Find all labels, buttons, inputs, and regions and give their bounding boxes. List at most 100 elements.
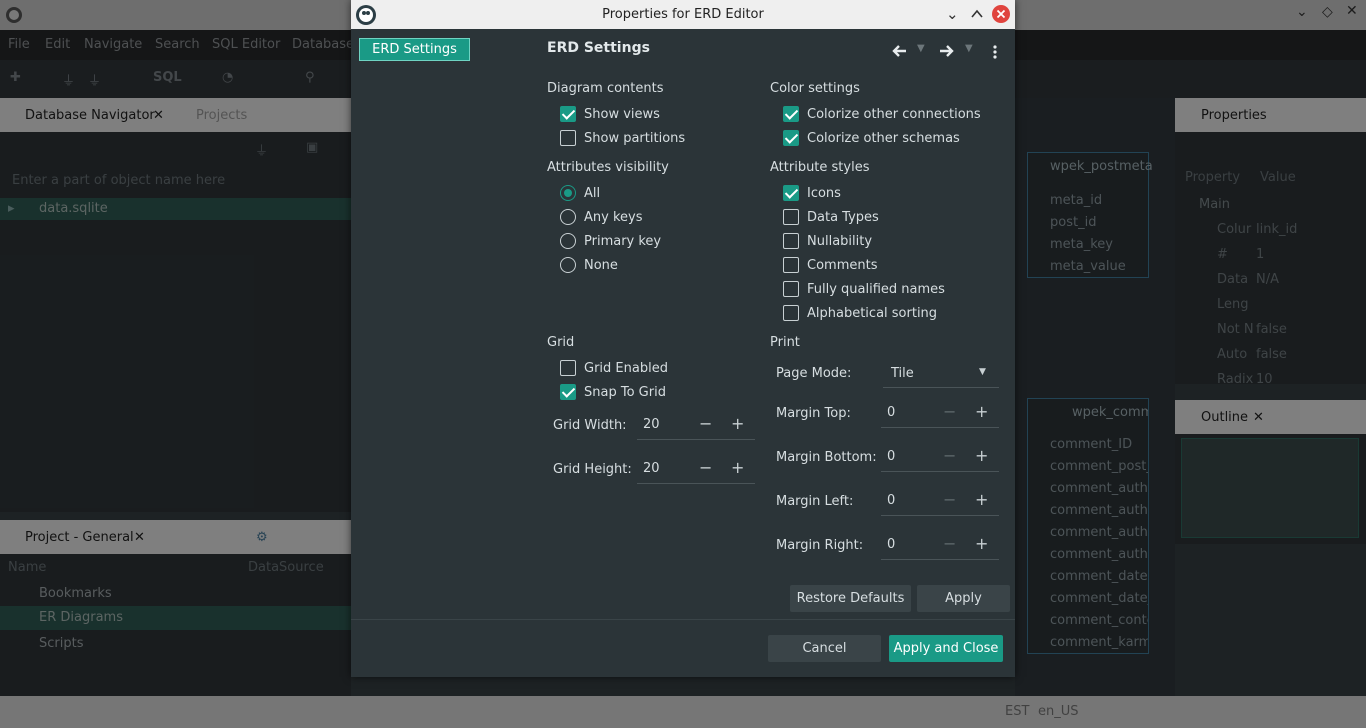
checkbox-label: Colorize other schemas [807,130,960,146]
plus-icon[interactable]: + [975,534,988,553]
show-partitions-checkbox[interactable]: Show partitions [560,128,685,148]
checkbox-unchecked[interactable] [783,257,799,273]
checkbox-checked[interactable] [783,106,799,122]
checkbox-checked[interactable] [560,106,576,122]
snap-to-grid-checkbox[interactable]: Snap To Grid [560,382,666,402]
checkbox-label: Fully qualified names [807,281,945,297]
margin-left-spinner[interactable]: 0 − + [881,488,999,516]
minus-icon[interactable]: − [943,534,956,553]
apply-and-close-button[interactable]: Apply and Close [889,635,1003,662]
minus-icon[interactable]: − [699,458,712,477]
minus-icon[interactable]: − [699,414,712,433]
cancel-button[interactable]: Cancel [768,635,881,662]
grid-height-spinner[interactable]: 20 − + [637,456,755,484]
checkbox-unchecked[interactable] [783,281,799,297]
spinner-value[interactable]: 0 [887,405,895,420]
page-mode-label: Page Mode: [776,366,852,381]
color-settings-label: Color settings [770,81,860,96]
minus-icon[interactable]: − [943,490,956,509]
margin-top-label: Margin Top: [776,406,851,421]
more-menu-icon[interactable] [991,44,999,60]
spinner-value[interactable]: 0 [887,493,895,508]
forward-history-dropdown-icon[interactable]: ▼ [965,43,973,54]
apply-button[interactable]: Apply [917,585,1010,612]
nullability-checkbox[interactable]: Nullability [783,231,872,251]
radio-primary-key[interactable]: Primary key [560,231,661,251]
back-arrow-icon[interactable] [891,44,907,58]
fully-qualified-names-checkbox[interactable]: Fully qualified names [783,279,945,299]
close-icon[interactable] [991,4,1011,24]
checkbox-checked[interactable] [560,384,576,400]
icons-checkbox[interactable]: Icons [783,183,841,203]
grid-width-label: Grid Width: [553,418,627,433]
chevron-down-icon: ▼ [979,367,986,377]
checkbox-label: Alphabetical sorting [807,305,938,321]
checkbox-checked[interactable] [783,130,799,146]
show-views-checkbox[interactable]: Show views [560,104,660,124]
checkbox-label: Show views [584,106,660,122]
maximize-icon[interactable] [970,8,984,20]
checkbox-label: Grid Enabled [584,360,668,376]
colorize-schemas-checkbox[interactable]: Colorize other schemas [783,128,960,148]
radio-any-keys[interactable]: Any keys [560,207,643,227]
checkbox-unchecked[interactable] [783,305,799,321]
checkbox-unchecked[interactable] [783,233,799,249]
alphabetical-sorting-checkbox[interactable]: Alphabetical sorting [783,303,937,323]
spinner-value[interactable]: 0 [887,449,895,464]
checkbox-label: Colorize other connections [807,106,981,122]
margin-top-spinner[interactable]: 0 − + [881,400,999,428]
spinner-value[interactable]: 20 [643,461,660,476]
grid-width-spinner[interactable]: 20 − + [637,412,755,440]
radio-unselected[interactable] [560,233,576,249]
radio-none[interactable]: None [560,255,618,275]
select-value: Tile [891,366,914,381]
comments-checkbox[interactable]: Comments [783,255,877,275]
radio-all[interactable]: All [560,183,600,203]
checkbox-checked[interactable] [783,185,799,201]
checkbox-unchecked[interactable] [560,130,576,146]
plus-icon[interactable]: + [731,458,744,477]
forward-arrow-icon[interactable] [939,44,955,58]
minus-icon[interactable]: − [943,446,956,465]
checkbox-label: Icons [807,185,841,201]
plus-icon[interactable]: + [731,414,744,433]
radio-label: All [584,185,601,201]
spinner-value[interactable]: 0 [887,537,895,552]
plus-icon[interactable]: + [975,402,988,421]
data-types-checkbox[interactable]: Data Types [783,207,879,227]
dialog-titlebar: Properties for ERD Editor ⌄ [351,0,1015,29]
radio-selected[interactable] [560,185,576,201]
radio-label: Primary key [584,233,662,249]
checkbox-unchecked[interactable] [560,360,576,376]
radio-unselected[interactable] [560,209,576,225]
page-mode-select[interactable]: Tile ▼ [883,360,999,388]
back-history-dropdown-icon[interactable]: ▼ [917,43,925,54]
settings-content: ERD Settings ▼ ▼ Diagram contents Show v… [533,29,1015,619]
checkbox-label: Nullability [807,233,873,249]
properties-dialog: Properties for ERD Editor ⌄ ERD Settings… [351,0,1015,677]
attribute-styles-label: Attribute styles [770,160,870,175]
page-title: ERD Settings [547,40,650,56]
settings-nav: ERD Settings [351,29,533,619]
radio-label: None [584,257,618,273]
margin-right-label: Margin Right: [776,538,864,553]
margin-left-label: Margin Left: [776,494,854,509]
plus-icon[interactable]: + [975,490,988,509]
minimize-icon[interactable]: ⌄ [946,5,959,23]
margin-right-spinner[interactable]: 0 − + [881,532,999,560]
nav-item-erd-settings[interactable]: ERD Settings [359,38,470,61]
minus-icon[interactable]: − [943,402,956,421]
colorize-connections-checkbox[interactable]: Colorize other connections [783,104,981,124]
margin-bottom-spinner[interactable]: 0 − + [881,444,999,472]
checkbox-label: Show partitions [584,130,686,146]
checkbox-unchecked[interactable] [783,209,799,225]
restore-defaults-button[interactable]: Restore Defaults [790,585,911,612]
grid-enabled-checkbox[interactable]: Grid Enabled [560,358,668,378]
checkbox-label: Data Types [807,209,879,225]
checkbox-label: Snap To Grid [584,384,666,400]
grid-label: Grid [547,335,575,350]
spinner-value[interactable]: 20 [643,417,660,432]
radio-unselected[interactable] [560,257,576,273]
plus-icon[interactable]: + [975,446,988,465]
radio-label: Any keys [584,209,643,225]
